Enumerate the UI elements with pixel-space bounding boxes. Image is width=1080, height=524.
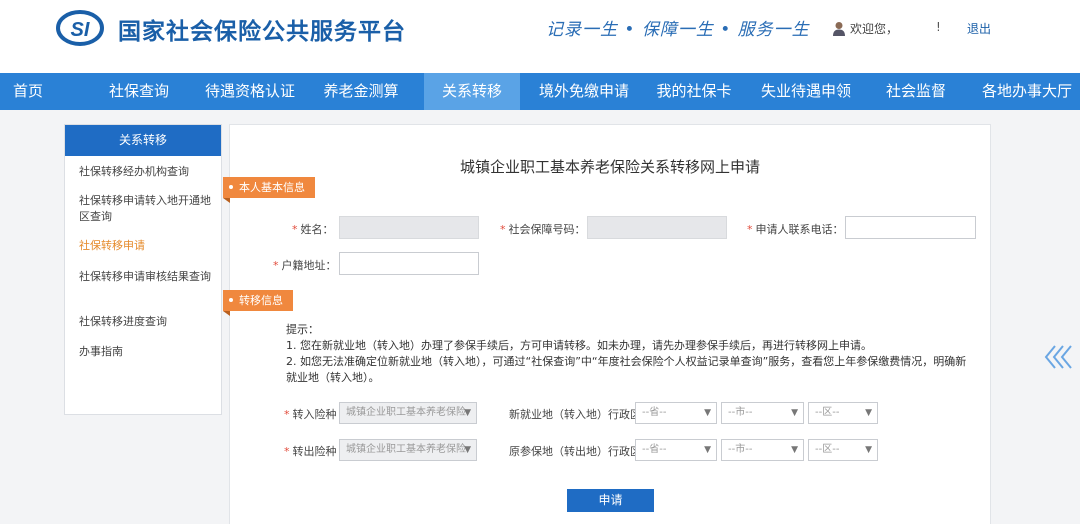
welcome-text: 欢迎您， <box>850 22 899 36</box>
nav-unemployment[interactable]: 失业待遇申领 <box>752 73 860 110</box>
new-province-select[interactable]: --省-- ▼ <box>635 402 717 424</box>
nav-qualification[interactable]: 待遇资格认证 <box>198 73 302 110</box>
old-province-select[interactable]: --省-- ▼ <box>635 439 717 461</box>
nav-service-halls[interactable]: 各地办事大厅 <box>974 73 1080 110</box>
ssn-field[interactable] <box>587 216 727 239</box>
out-type-select[interactable]: 城镇企业职工基本养老保险 ▼ <box>339 439 477 461</box>
notice-mark[interactable]: ! <box>936 20 941 34</box>
sidebar-item-review-result[interactable]: 社保转移申请审核结果查询 <box>79 269 213 285</box>
user-avatar-icon <box>833 22 845 36</box>
main-nav: 首页 社保查询 待遇资格认证 养老金测算 关系转移 境外免缴申请 我的社保卡 失… <box>0 73 1080 110</box>
chevron-down-icon: ▼ <box>791 408 798 418</box>
chevron-down-icon: ▼ <box>865 445 872 455</box>
tips-heading: 提示： <box>286 323 319 336</box>
hukou-field[interactable] <box>339 252 479 275</box>
chevron-down-icon: ▼ <box>704 445 711 455</box>
nav-home[interactable]: 首页 <box>0 73 56 110</box>
site-header: SI 国家社会保险公共服务平台 记录一生 • 保障一生 • 服务一生 欢迎您， … <box>0 0 1080 73</box>
new-city-select[interactable]: --市-- ▼ <box>721 402 804 424</box>
chevron-down-icon: ▼ <box>704 408 711 418</box>
sidebar-item-agency-query[interactable]: 社保转移经办机构查询 <box>79 164 213 180</box>
name-label: * 姓名： <box>292 223 334 236</box>
ssn-label: * 社会保障号码： <box>500 223 586 236</box>
phone-label: * 申请人联系电话： <box>747 223 844 236</box>
logout-link[interactable]: 退出 <box>967 20 991 37</box>
hukou-label: * 户籍地址： <box>273 259 337 272</box>
form-title: 城镇企业职工基本养老保险关系转移网上申请 <box>459 158 760 176</box>
new-district-select[interactable]: --区-- ▼ <box>808 402 878 424</box>
out-type-label: * 转出险种 <box>284 445 337 458</box>
submit-button[interactable]: 申请 <box>567 489 654 512</box>
si-logo-icon: SI <box>56 10 104 46</box>
chevron-down-icon: ▼ <box>791 445 798 455</box>
user-area: 欢迎您， <box>832 20 898 37</box>
site-title: 国家社会保险公共服务平台 <box>118 19 406 45</box>
sidebar: 关系转移 社保转移经办机构查询 社保转移申请转入地开通地区查询 社保转移申请 社… <box>64 124 222 415</box>
chevron-down-icon: ▼ <box>464 445 471 455</box>
chevron-down-icon: ▼ <box>464 408 471 418</box>
old-city-select[interactable]: --市-- ▼ <box>721 439 804 461</box>
svg-text:SI: SI <box>71 19 90 41</box>
sidebar-item-progress-query[interactable]: 社保转移进度查询 <box>79 314 213 330</box>
sidebar-item-guide[interactable]: 办事指南 <box>79 344 213 360</box>
section-basic-info: 本人基本信息 <box>223 177 315 203</box>
nav-overseas-exempt[interactable]: 境外免缴申请 <box>530 73 638 110</box>
nav-social-query[interactable]: 社保查询 <box>96 73 182 110</box>
nav-social-card[interactable]: 我的社保卡 <box>650 73 738 110</box>
nav-supervision[interactable]: 社会监督 <box>876 73 956 110</box>
tips-block: 提示： 1. 您在新就业地（转入地）办理了参保手续后，方可申请转移。如未办理，请… <box>286 322 976 386</box>
main-panel: 城镇企业职工基本养老保险关系转移网上申请 本人基本信息 * 姓名： * 社会保障号码… <box>223 124 991 524</box>
new-region-label: 新就业地（转入地）行政区 <box>509 408 641 421</box>
old-district-select[interactable]: --区-- ▼ <box>808 439 878 461</box>
double-chevron-left-icon[interactable] <box>1043 344 1077 370</box>
nav-pension-calc[interactable]: 养老金测算 <box>316 73 406 110</box>
nav-transfer[interactable]: 关系转移 <box>424 73 520 110</box>
chevron-down-icon: ▼ <box>865 408 872 418</box>
phone-field[interactable] <box>845 216 976 239</box>
in-type-label: * 转入险种 <box>284 408 337 421</box>
sidebar-item-open-region-query[interactable]: 社保转移申请转入地开通地区查询 <box>79 193 213 225</box>
tips-line-2: 2. 如您无法准确定位新就业地（转入地），可通过“社保查询”中“年度社会保险个人… <box>286 355 967 384</box>
section-transfer-info: 转移信息 <box>223 290 293 316</box>
slogan: 记录一生 • 保障一生 • 服务一生 <box>546 20 810 40</box>
tips-line-1: 1. 您在新就业地（转入地）办理了参保手续后，方可申请转移。如未办理，请先办理参… <box>286 339 872 352</box>
name-field[interactable] <box>339 216 479 239</box>
sidebar-item-transfer-apply[interactable]: 社保转移申请 <box>79 238 213 254</box>
in-type-select[interactable]: 城镇企业职工基本养老保险 ▼ <box>339 402 477 424</box>
old-region-label: 原参保地（转出地）行政区 <box>509 445 641 458</box>
sidebar-title: 关系转移 <box>65 125 221 156</box>
